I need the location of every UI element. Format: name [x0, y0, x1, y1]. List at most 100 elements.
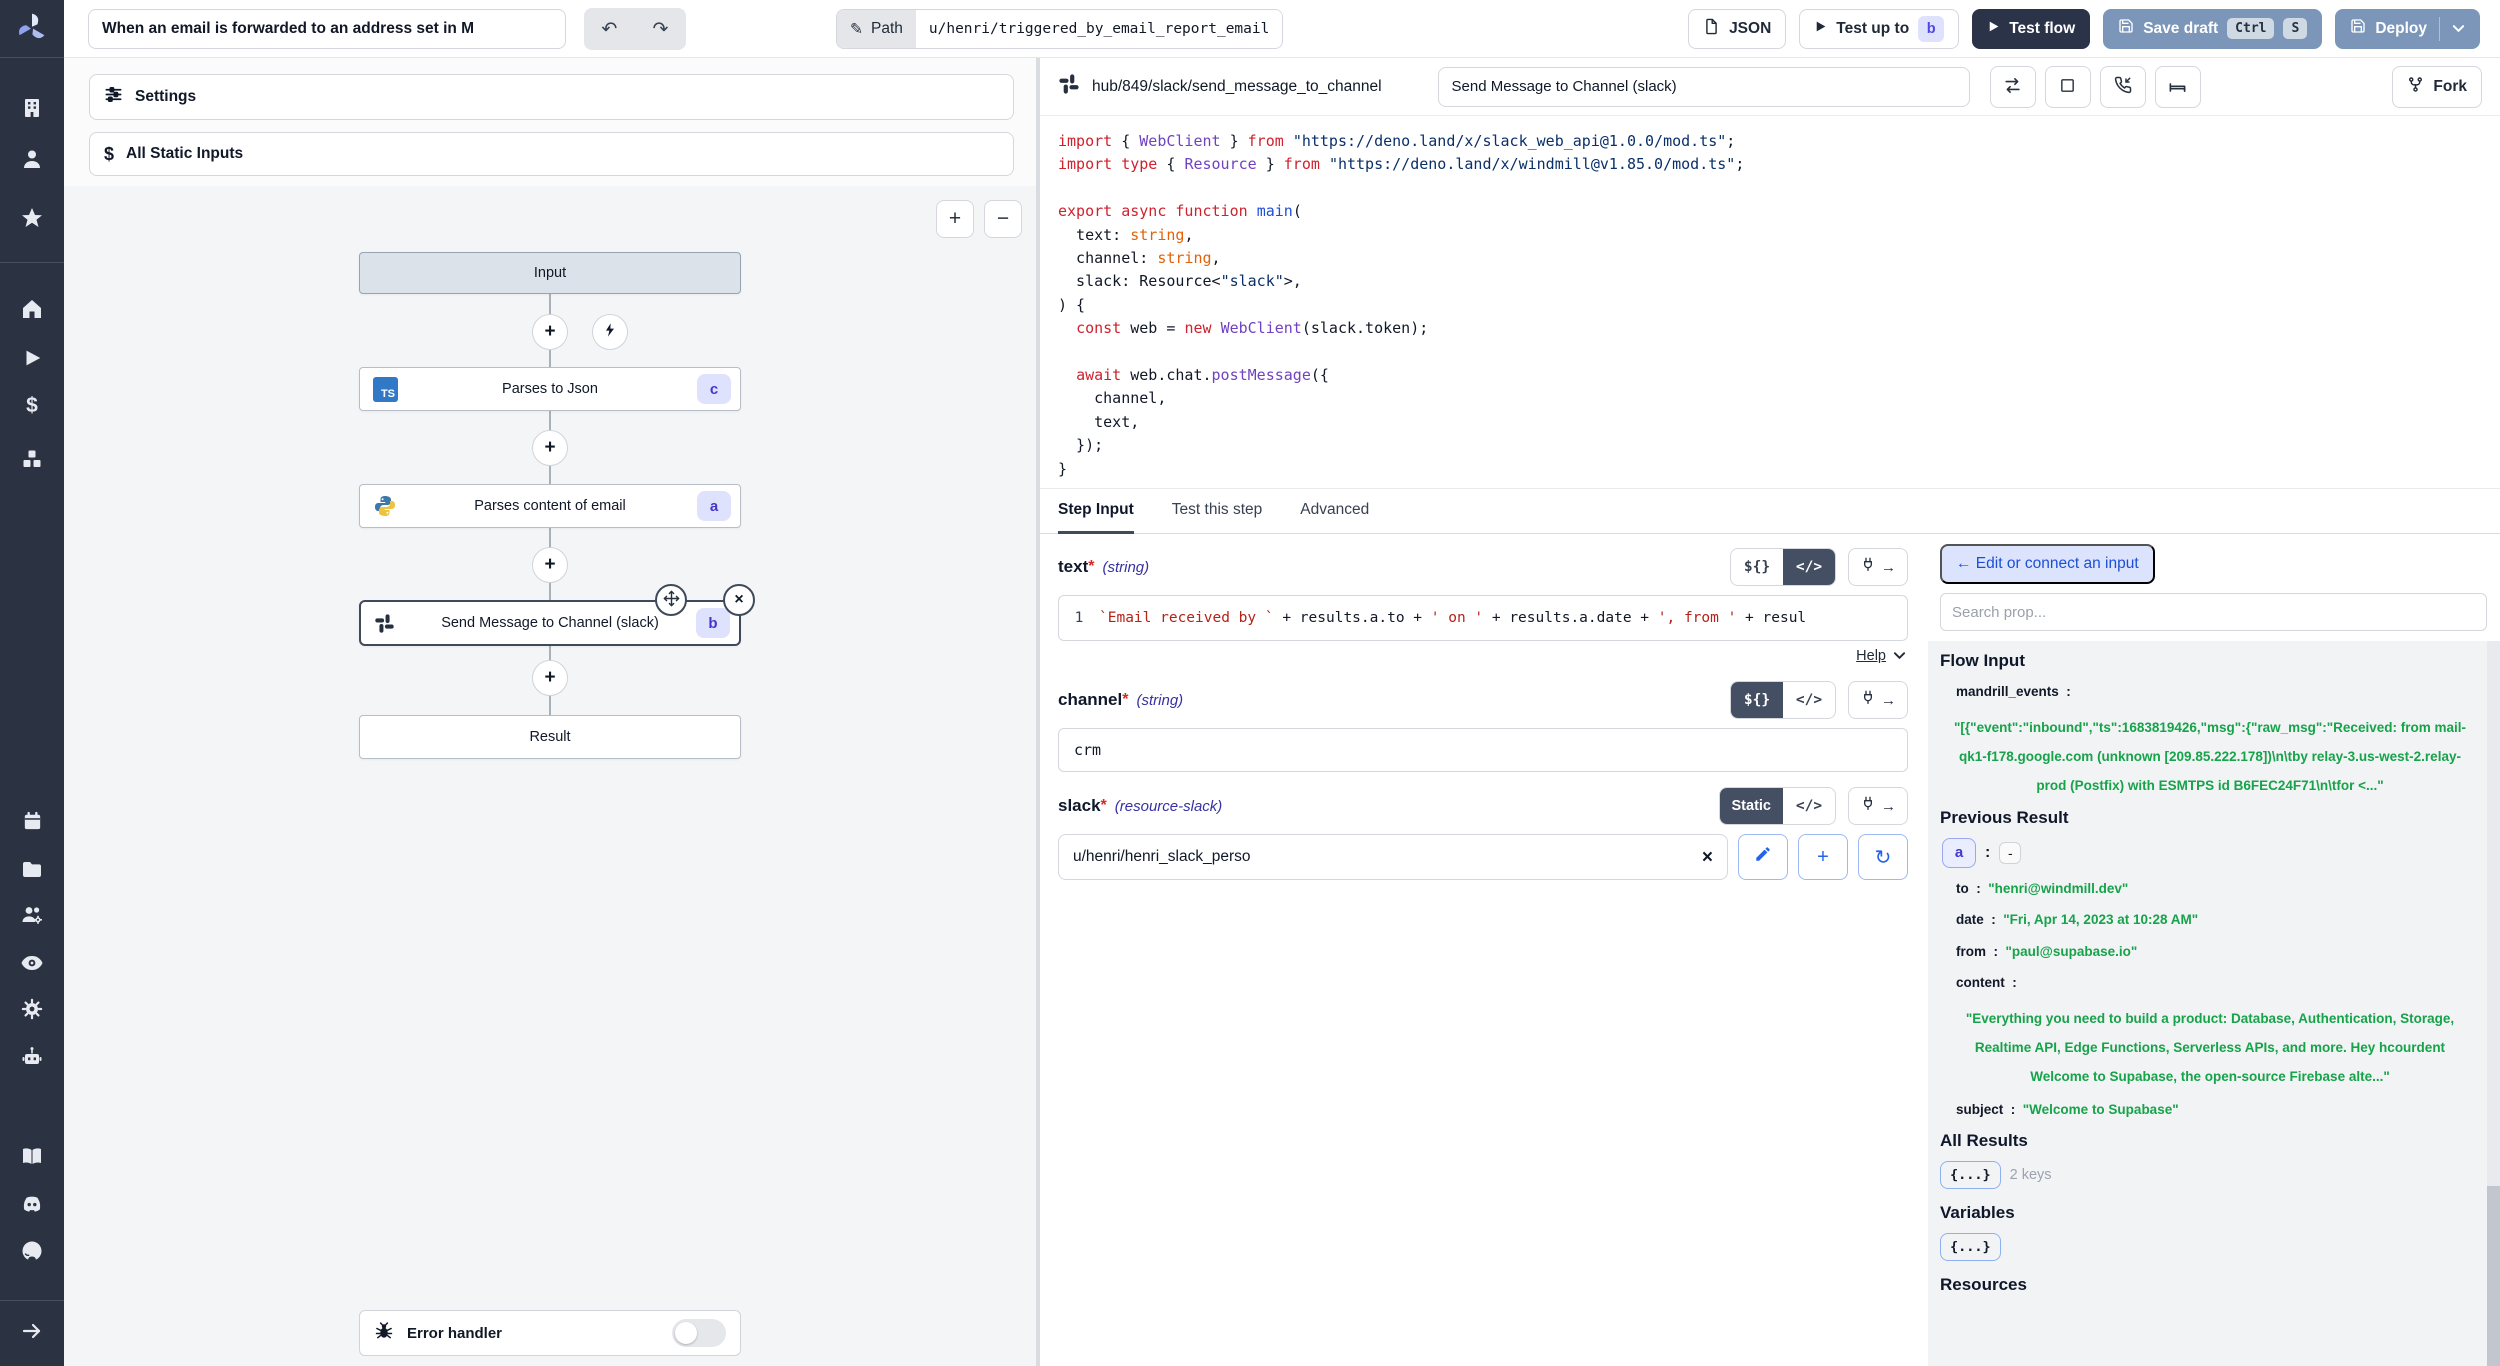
- test-flow-button[interactable]: Test flow: [1972, 9, 2090, 49]
- connect-input-button[interactable]: →: [1848, 681, 1908, 719]
- text-expression-editor[interactable]: 1 `Email received by ` + results.a.to + …: [1058, 595, 1908, 641]
- sidebar-item-docs[interactable]: [0, 1144, 64, 1168]
- tab-advanced[interactable]: Advanced: [1300, 489, 1369, 534]
- path-group[interactable]: ✎ Path u/henri/triggered_by_email_report…: [836, 9, 1283, 49]
- sidebar-item-workspace[interactable]: [0, 96, 64, 120]
- expand-editor-button[interactable]: [2045, 66, 2091, 108]
- sidebar-item-audit[interactable]: [0, 951, 64, 975]
- chevron-down-icon[interactable]: [1893, 647, 1906, 665]
- error-handler-toggle[interactable]: [672, 1319, 726, 1347]
- test-up-to-button[interactable]: Test up to b: [1799, 9, 1959, 49]
- inspector-scrollbar[interactable]: [2487, 641, 2500, 1366]
- tab-test-this-step[interactable]: Test this step: [1172, 489, 1262, 534]
- expand-object-button[interactable]: {...}: [1940, 1161, 2001, 1189]
- trigger-button[interactable]: [592, 314, 628, 350]
- settings-button[interactable]: Settings: [89, 74, 1014, 120]
- tab-step-input[interactable]: Step Input: [1058, 489, 1134, 534]
- sleep-step-button[interactable]: [2155, 66, 2201, 108]
- insert-step-button[interactable]: +: [532, 547, 568, 583]
- flow-graph-canvas[interactable]: + − Input + TS Parses to Json c: [64, 186, 1036, 1366]
- edit-or-connect-button[interactable]: ← Edit or connect an input: [1940, 544, 2155, 584]
- node-parses-to-json[interactable]: TS Parses to Json c: [359, 367, 741, 411]
- code-editor[interactable]: import { WebClient } from "https://deno.…: [1040, 116, 2500, 488]
- redo-icon[interactable]: ↷: [635, 8, 686, 50]
- template-mode-button[interactable]: ${}: [1731, 549, 1783, 585]
- zoom-out-button[interactable]: −: [984, 200, 1022, 238]
- zoom-in-button[interactable]: +: [936, 200, 974, 238]
- sidebar-item-runs[interactable]: [0, 347, 64, 369]
- sidebar-item-folders[interactable]: [0, 857, 64, 881]
- code-mode-button[interactable]: </>: [1783, 788, 1835, 824]
- move-step-button[interactable]: [655, 584, 687, 616]
- step-badge: c: [697, 374, 731, 404]
- scrollbar-thumb[interactable]: [2487, 1186, 2500, 1366]
- channel-value-input[interactable]: [1058, 728, 1908, 772]
- result-key-badge[interactable]: a: [1942, 838, 1976, 868]
- connect-input-button[interactable]: →: [1848, 787, 1908, 825]
- json-button[interactable]: JSON: [1688, 9, 1786, 49]
- insert-step-button[interactable]: +: [532, 314, 568, 350]
- reload-script-button[interactable]: [1990, 66, 2036, 108]
- undo-icon[interactable]: ↶: [584, 8, 635, 50]
- flow-title-input[interactable]: [88, 9, 566, 49]
- help-link[interactable]: Help: [1856, 648, 1886, 664]
- deploy-button[interactable]: Deploy: [2335, 9, 2480, 49]
- sidebar-divider: [0, 1300, 64, 1301]
- node-input[interactable]: Input: [359, 252, 741, 294]
- sidebar-item-github[interactable]: [0, 1239, 64, 1263]
- search-prop-input[interactable]: [1940, 593, 2487, 631]
- sidebar-item-workers[interactable]: [0, 1045, 64, 1069]
- node-parses-content-of-email[interactable]: Parses content of email a: [359, 484, 741, 528]
- all-static-inputs-button[interactable]: $ All Static Inputs: [89, 132, 1014, 176]
- result-row[interactable]: content :: [1956, 972, 2480, 994]
- sidebar-item-schedules[interactable]: [0, 809, 64, 832]
- sidebar-item-favorites[interactable]: [0, 206, 64, 230]
- code-mode-button[interactable]: </>: [1783, 682, 1835, 718]
- node-result[interactable]: Result: [359, 715, 741, 759]
- flow-input-key-row[interactable]: mandrill_events :: [1956, 681, 2480, 703]
- error-handler-box[interactable]: Error handler: [359, 1310, 741, 1356]
- edit-resource-button[interactable]: [1738, 834, 1788, 880]
- windmill-logo[interactable]: [0, 10, 64, 46]
- sidebar-item-groups[interactable]: [0, 903, 64, 927]
- sidebar-item-variables[interactable]: $: [0, 394, 64, 418]
- code-mode-button[interactable]: </>: [1783, 549, 1835, 585]
- sidebar-item-home[interactable]: [0, 297, 64, 321]
- clear-resource-icon[interactable]: ×: [1702, 848, 1713, 867]
- sidebar-item-settings[interactable]: [0, 997, 64, 1021]
- arrow-right-icon: →: [1881, 692, 1896, 709]
- insert-step-button[interactable]: +: [532, 430, 568, 466]
- home-icon: [20, 297, 44, 321]
- delete-step-button[interactable]: ×: [723, 584, 755, 616]
- connect-input-button[interactable]: →: [1848, 548, 1908, 586]
- play-icon: [1987, 20, 2000, 38]
- sidebar-item-user[interactable]: [0, 147, 64, 171]
- sidebar-expand-button[interactable]: [0, 1319, 64, 1343]
- resources-title: Resources: [1940, 1275, 2480, 1295]
- phone-incoming-icon: [2114, 76, 2132, 97]
- flow-input-value[interactable]: "[{"event":"inbound","ts":1683819426,"ms…: [1946, 713, 2474, 800]
- code-line: import { WebClient } from "https://deno.…: [1058, 130, 2500, 153]
- sidebar-item-resources[interactable]: [0, 447, 64, 471]
- chevron-down-icon[interactable]: [2452, 20, 2465, 38]
- add-resource-button[interactable]: +: [1798, 834, 1848, 880]
- result-row[interactable]: from : "paul@supabase.io": [1956, 941, 2480, 963]
- fork-button[interactable]: Fork: [2392, 66, 2482, 108]
- node-send-message-selected[interactable]: Send Message to Channel (slack) b ×: [359, 600, 741, 646]
- result-row[interactable]: to : "henri@windmill.dev": [1956, 878, 2480, 900]
- expand-object-button[interactable]: {...}: [1940, 1233, 2001, 1261]
- save-draft-button[interactable]: Save draft Ctrl S: [2103, 9, 2322, 49]
- sidebar-item-discord[interactable]: [0, 1192, 64, 1216]
- template-mode-button[interactable]: ${}: [1731, 682, 1783, 718]
- insert-step-button[interactable]: +: [532, 660, 568, 696]
- result-value-block[interactable]: "Everything you need to build a product:…: [1946, 1004, 2474, 1091]
- static-mode-button[interactable]: Static: [1720, 788, 1784, 824]
- collapse-button[interactable]: -: [1999, 842, 2021, 864]
- step-summary-input[interactable]: [1438, 67, 1970, 107]
- previous-result-rows: to : "henri@windmill.dev" date : "Fri, Ap…: [1940, 878, 2480, 1121]
- refresh-resource-button[interactable]: ↻: [1858, 834, 1908, 880]
- webhook-call-button[interactable]: [2100, 66, 2146, 108]
- result-row[interactable]: subject : "Welcome to Supabase": [1956, 1099, 2480, 1121]
- slack-resource-input[interactable]: u/henri/henri_slack_perso ×: [1058, 834, 1728, 880]
- result-row[interactable]: date : "Fri, Apr 14, 2023 at 10:28 AM": [1956, 909, 2480, 931]
